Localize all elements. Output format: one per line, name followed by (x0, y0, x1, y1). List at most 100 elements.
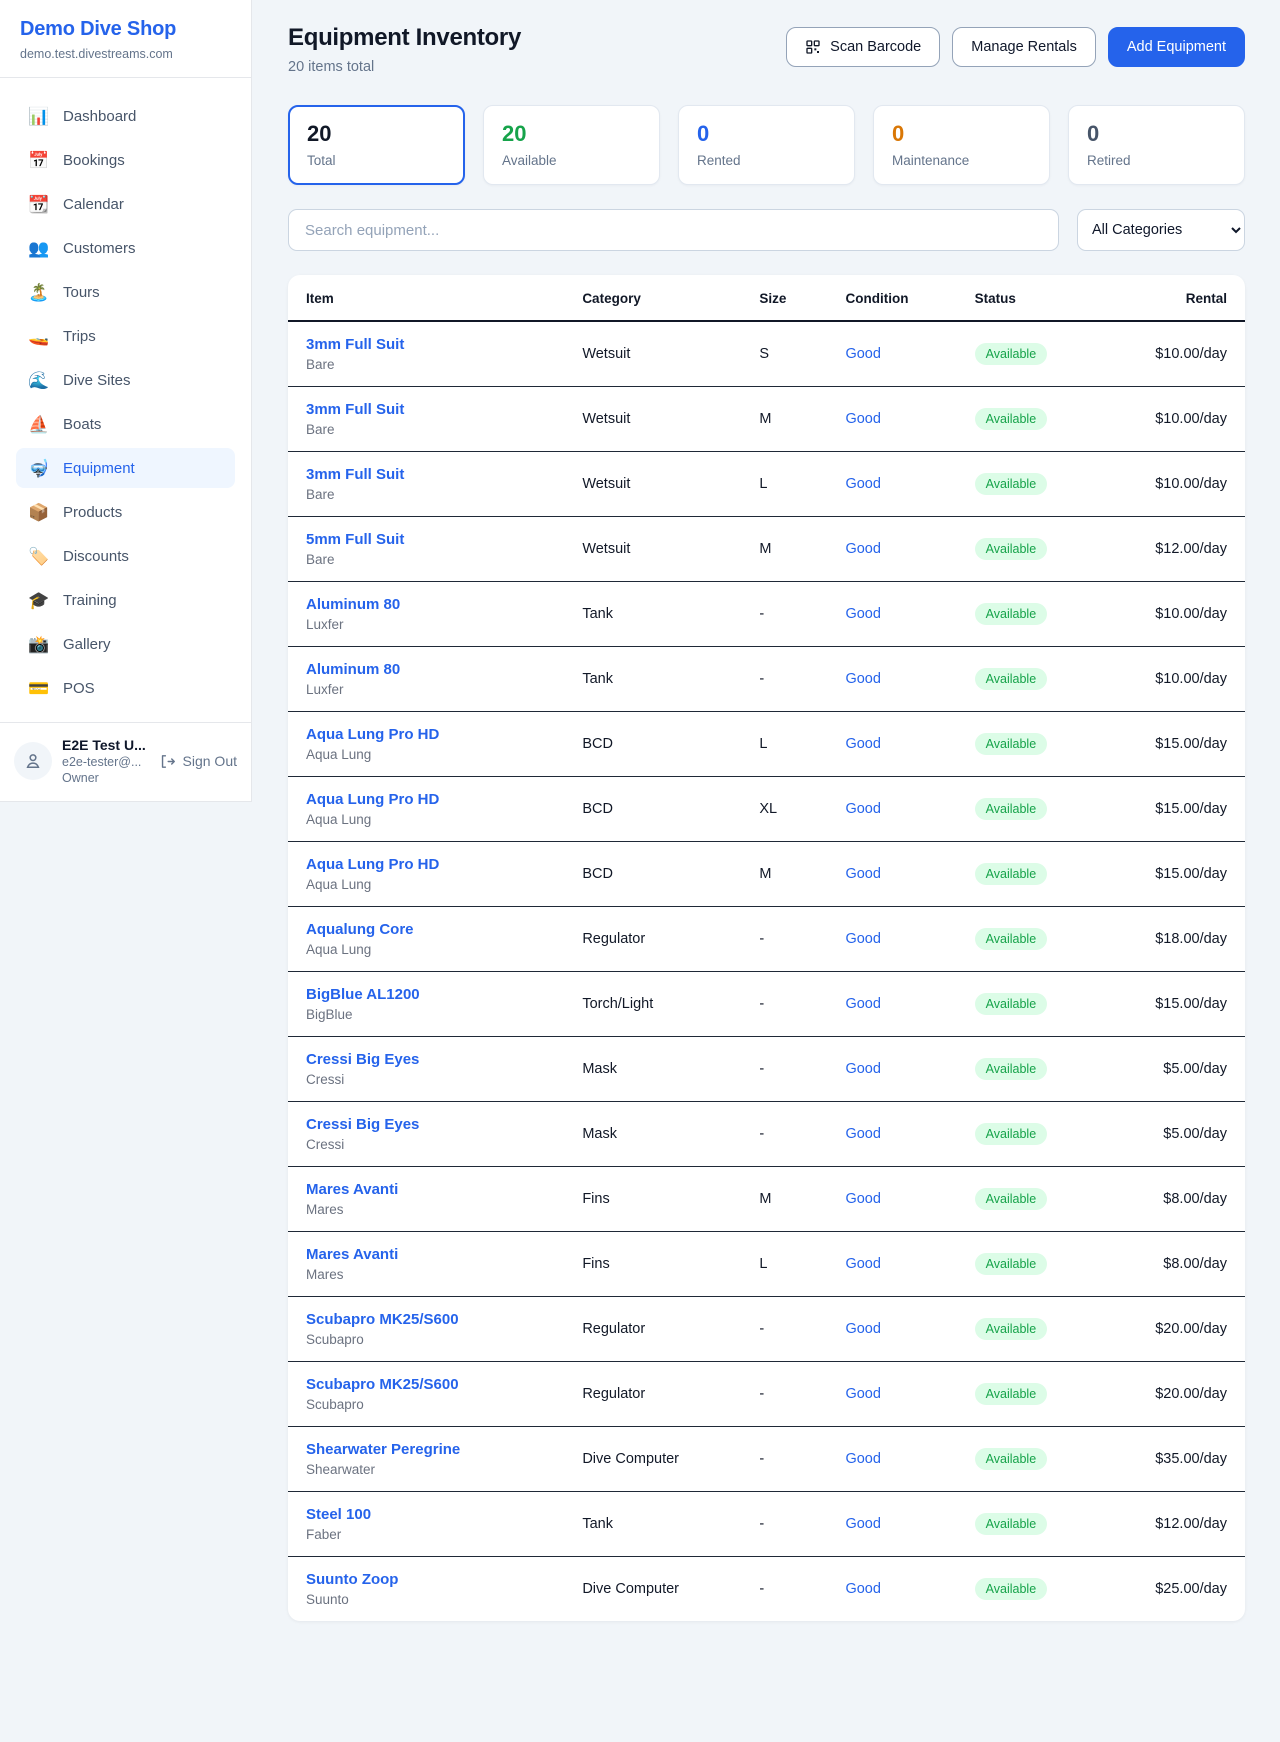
sidebar-item-calendar[interactable]: 📆 Calendar (16, 184, 235, 224)
table-row[interactable]: Cressi Big Eyes Cressi Mask - Good Avail… (288, 1102, 1245, 1167)
status-badge: Available (975, 993, 1048, 1015)
item-category: BCD (570, 842, 747, 907)
sidebar-item-products[interactable]: 📦 Products (16, 492, 235, 532)
nav-icon: 📆 (28, 196, 50, 213)
item-name-link[interactable]: Steel 100 (306, 1506, 371, 1523)
item-rental: $15.00/day (1125, 777, 1245, 842)
item-name-link[interactable]: 5mm Full Suit (306, 531, 404, 548)
user-box: E2E Test U... e2e-tester@... Owner Sign … (0, 722, 251, 801)
nav-icon: 📦 (28, 504, 50, 521)
item-name-link[interactable]: Aluminum 80 (306, 661, 400, 678)
col-rental: Rental (1125, 275, 1245, 321)
item-condition-link[interactable]: Good (845, 1386, 880, 1402)
item-name-link[interactable]: 3mm Full Suit (306, 336, 404, 353)
item-condition-link[interactable]: Good (845, 1191, 880, 1207)
table-row[interactable]: Mares Avanti Mares Fins M Good Available… (288, 1167, 1245, 1232)
item-name-link[interactable]: Aqua Lung Pro HD (306, 856, 439, 873)
item-condition-link[interactable]: Good (845, 736, 880, 752)
item-name-link[interactable]: 3mm Full Suit (306, 466, 404, 483)
item-name-link[interactable]: 3mm Full Suit (306, 401, 404, 418)
item-condition-link[interactable]: Good (845, 1516, 880, 1532)
table-row[interactable]: Suunto Zoop Suunto Dive Computer - Good … (288, 1557, 1245, 1622)
item-condition-link[interactable]: Good (845, 1126, 880, 1142)
table-row[interactable]: Aluminum 80 Luxfer Tank - Good Available… (288, 582, 1245, 647)
table-row[interactable]: 3mm Full Suit Bare Wetsuit L Good Availa… (288, 452, 1245, 517)
table-row[interactable]: BigBlue AL1200 BigBlue Torch/Light - Goo… (288, 972, 1245, 1037)
item-condition-link[interactable]: Good (845, 801, 880, 817)
table-row[interactable]: Aqua Lung Pro HD Aqua Lung BCD M Good Av… (288, 842, 1245, 907)
table-row[interactable]: 3mm Full Suit Bare Wetsuit M Good Availa… (288, 387, 1245, 452)
stat-card-available[interactable]: 20 Available (483, 105, 660, 185)
item-condition-link[interactable]: Good (845, 541, 880, 557)
item-condition-link[interactable]: Good (845, 996, 880, 1012)
item-condition-link[interactable]: Good (845, 931, 880, 947)
category-select[interactable]: All Categories (1077, 209, 1245, 251)
nav-icon: 🎓 (28, 592, 50, 609)
sidebar-item-bookings[interactable]: 📅 Bookings (16, 140, 235, 180)
sidebar-item-discounts[interactable]: 🏷️ Discounts (16, 536, 235, 576)
manage-rentals-button[interactable]: Manage Rentals (952, 27, 1096, 67)
item-name-link[interactable]: Mares Avanti (306, 1246, 398, 1263)
item-size: L (747, 452, 833, 517)
stat-card-retired[interactable]: 0 Retired (1068, 105, 1245, 185)
sidebar-item-dive-sites[interactable]: 🌊 Dive Sites (16, 360, 235, 400)
sidebar-item-customers[interactable]: 👥 Customers (16, 228, 235, 268)
status-badge: Available (975, 733, 1048, 755)
table-row[interactable]: Steel 100 Faber Tank - Good Available $1… (288, 1492, 1245, 1557)
item-size: S (747, 321, 833, 387)
item-name-link[interactable]: Mares Avanti (306, 1181, 398, 1198)
table-row[interactable]: Aqua Lung Pro HD Aqua Lung BCD XL Good A… (288, 777, 1245, 842)
table-row[interactable]: 5mm Full Suit Bare Wetsuit M Good Availa… (288, 517, 1245, 582)
equipment-table: Item Category Size Condition Status Rent… (288, 275, 1245, 1621)
item-name-link[interactable]: Scubapro MK25/S600 (306, 1311, 459, 1328)
sidebar-item-dashboard[interactable]: 📊 Dashboard (16, 96, 235, 136)
table-row[interactable]: Cressi Big Eyes Cressi Mask - Good Avail… (288, 1037, 1245, 1102)
item-condition-link[interactable]: Good (845, 866, 880, 882)
item-category: Wetsuit (570, 517, 747, 582)
table-row[interactable]: 3mm Full Suit Bare Wetsuit S Good Availa… (288, 321, 1245, 387)
sidebar-item-boats[interactable]: ⛵ Boats (16, 404, 235, 444)
stat-value: 20 (502, 121, 641, 147)
item-condition-link[interactable]: Good (845, 671, 880, 687)
table-row[interactable]: Aqua Lung Pro HD Aqua Lung BCD L Good Av… (288, 712, 1245, 777)
table-row[interactable]: Mares Avanti Mares Fins L Good Available… (288, 1232, 1245, 1297)
table-row[interactable]: Scubapro MK25/S600 Scubapro Regulator - … (288, 1297, 1245, 1362)
item-condition-link[interactable]: Good (845, 411, 880, 427)
table-row[interactable]: Scubapro MK25/S600 Scubapro Regulator - … (288, 1362, 1245, 1427)
item-name-link[interactable]: Suunto Zoop (306, 1571, 398, 1588)
sidebar-item-tours[interactable]: 🏝️ Tours (16, 272, 235, 312)
item-condition-link[interactable]: Good (845, 1256, 880, 1272)
table-row[interactable]: Aluminum 80 Luxfer Tank - Good Available… (288, 647, 1245, 712)
stat-card-rented[interactable]: 0 Rented (678, 105, 855, 185)
item-name-link[interactable]: Aluminum 80 (306, 596, 400, 613)
item-name-link[interactable]: Aqualung Core (306, 921, 414, 938)
item-name-link[interactable]: BigBlue AL1200 (306, 986, 420, 1003)
item-name-link[interactable]: Aqua Lung Pro HD (306, 726, 439, 743)
table-row[interactable]: Shearwater Peregrine Shearwater Dive Com… (288, 1427, 1245, 1492)
sidebar-item-pos[interactable]: 💳 POS (16, 668, 235, 708)
item-name-link[interactable]: Cressi Big Eyes (306, 1116, 419, 1133)
stat-card-total[interactable]: 20 Total (288, 105, 465, 185)
sidebar-item-gallery[interactable]: 📸 Gallery (16, 624, 235, 664)
sidebar-item-training[interactable]: 🎓 Training (16, 580, 235, 620)
sidebar-item-trips[interactable]: 🚤 Trips (16, 316, 235, 356)
item-name-link[interactable]: Cressi Big Eyes (306, 1051, 419, 1068)
item-name-link[interactable]: Aqua Lung Pro HD (306, 791, 439, 808)
table-row[interactable]: Aqualung Core Aqua Lung Regulator - Good… (288, 907, 1245, 972)
sign-out-button[interactable]: Sign Out (159, 753, 237, 770)
item-condition-link[interactable]: Good (845, 1321, 880, 1337)
item-condition-link[interactable]: Good (845, 476, 880, 492)
item-rental: $25.00/day (1125, 1557, 1245, 1622)
item-condition-link[interactable]: Good (845, 1451, 880, 1467)
item-condition-link[interactable]: Good (845, 1061, 880, 1077)
stat-card-maintenance[interactable]: 0 Maintenance (873, 105, 1050, 185)
scan-barcode-button[interactable]: Scan Barcode (786, 27, 940, 67)
sidebar-item-equipment[interactable]: 🤿 Equipment (16, 448, 235, 488)
item-condition-link[interactable]: Good (845, 346, 880, 362)
item-condition-link[interactable]: Good (845, 1581, 880, 1597)
search-input[interactable] (288, 209, 1059, 251)
add-equipment-button[interactable]: Add Equipment (1108, 27, 1245, 67)
item-name-link[interactable]: Scubapro MK25/S600 (306, 1376, 459, 1393)
item-name-link[interactable]: Shearwater Peregrine (306, 1441, 460, 1458)
item-condition-link[interactable]: Good (845, 606, 880, 622)
